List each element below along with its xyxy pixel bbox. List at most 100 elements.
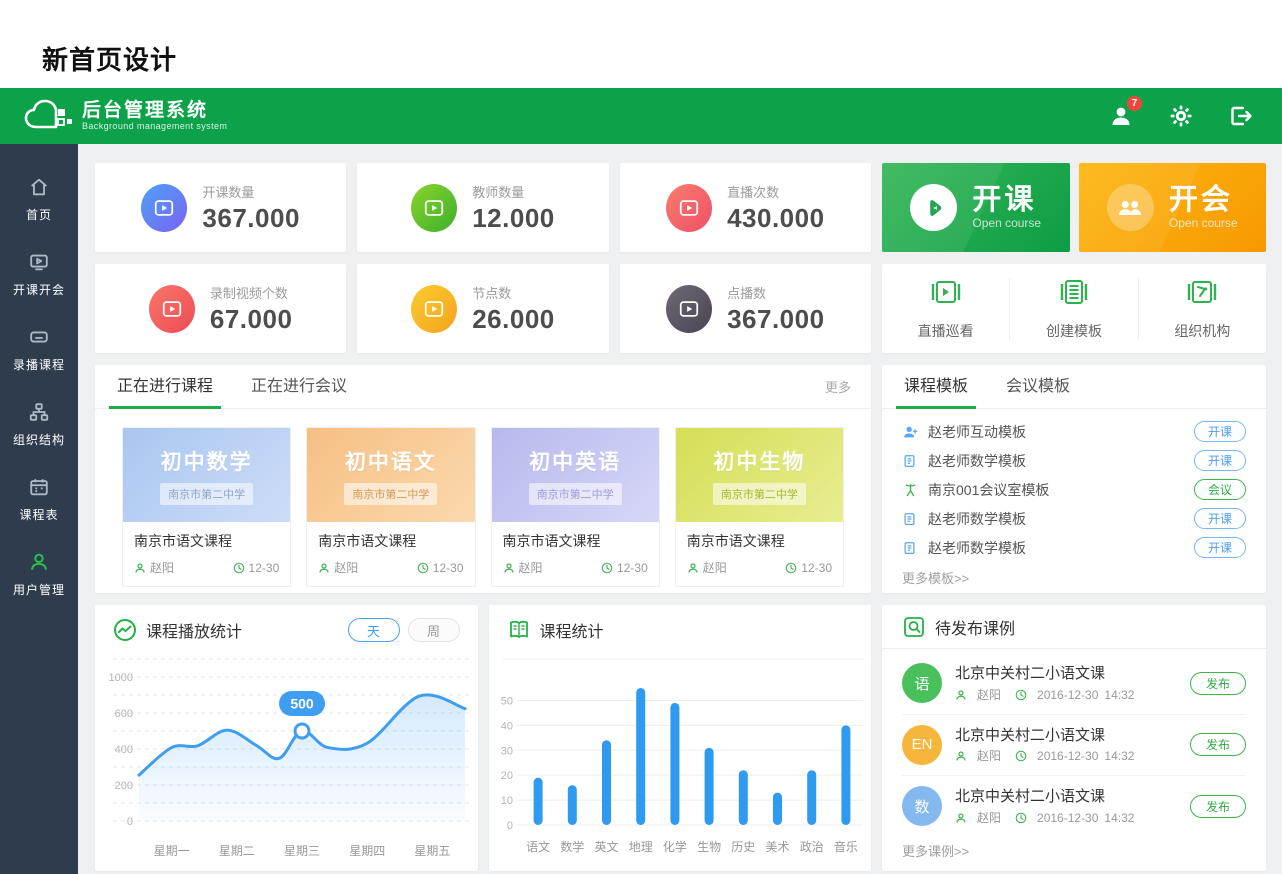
settings-button[interactable] [1168,103,1194,129]
course-school-badge: 南京市第二中学 [713,483,806,505]
lesson-date: 2016-12-30 [1037,809,1098,827]
quick-link-create-template[interactable]: 创建模板 [1009,278,1137,340]
sidebar-item-user[interactable]: 用户管理 [0,537,78,612]
template-action-button[interactable]: 会议 [1194,479,1246,500]
pending-more-link[interactable]: 更多课例>> [882,837,1266,864]
org-icon [27,400,51,424]
publish-button[interactable]: 发布 [1190,733,1246,756]
pending-lessons-panel: 待发布课例 语 北京中关村二小语文课 赵阳 2016-12-30 14:32 发… [882,605,1266,871]
template-row: 赵老师互动模板 开课 [902,417,1246,446]
course-card[interactable]: 初中生物 南京市第二中学 南京市语文课程 赵阳 12-30 [675,427,844,587]
lesson-teacher: 赵阳 [977,809,1001,827]
course-subject: 初中数学 [161,446,253,476]
cloud-logo-icon [22,96,74,136]
course-title: 南京市语文课程 [318,531,463,551]
course-card[interactable]: 初中数学 南京市第二中学 南京市语文课程 赵阳 12-30 [122,427,291,587]
svg-text:星期一: 星期一 [154,844,190,858]
quick-link-organization[interactable]: 组织机构 [1138,278,1266,340]
user-add-icon [902,424,919,440]
clock-icon [233,562,245,574]
people-icon [1116,194,1144,222]
app-title: 后台管理系统 [82,101,227,122]
course-card[interactable]: 初中语文 南京市第二中学 南京市语文课程 赵阳 12-30 [306,427,475,587]
template-row: 赵老师数学模板 开课 [902,504,1246,533]
publish-button[interactable]: 发布 [1190,672,1246,695]
template-name: 南京001会议室模板 [928,480,1049,500]
sidebar: 首页 开课开会 录播课程 组织结构 课程表 用户管理 [0,144,78,874]
clock-icon [785,562,797,574]
publish-button[interactable]: 发布 [1190,795,1246,818]
template-action-button[interactable]: 开课 [1194,508,1246,529]
stat-card: 直播次数 430.000 [620,163,871,252]
toggle-day-button[interactable]: 天 [348,618,400,642]
teacher-icon [955,750,967,762]
course-school-badge: 南京市第二中学 [344,483,437,505]
lesson-badge: 数 [902,786,942,826]
svg-text:0: 0 [127,816,133,828]
sidebar-item-home[interactable]: 首页 [0,162,78,237]
clock-icon [1015,812,1027,824]
recorder-icon [27,325,51,349]
home-icon [27,175,51,199]
course-teacher: 赵阳 [334,559,358,576]
search-doc-icon [902,615,926,639]
courses-more-link[interactable]: 更多 [825,377,851,408]
lesson-date: 2016-12-30 [1037,747,1098,765]
user-icon [27,550,51,574]
sidebar-item-video[interactable]: 开课开会 [0,237,78,312]
template-action-button[interactable]: 开课 [1194,421,1246,442]
logout-icon [1229,104,1253,128]
course-card[interactable]: 初中英语 南京市第二中学 南京市语文课程 赵阳 12-30 [491,427,660,587]
svg-text:10: 10 [500,795,512,807]
tab-course-templates[interactable]: 课程模板 [902,372,970,408]
ongoing-courses-panel: 正在进行课程 正在进行会议 更多 初中数学 南京市第二中学 南京市语文课程 赵阳 [95,365,871,593]
template-action-button[interactable]: 开课 [1194,450,1246,471]
bar-chart: 01020304050语文数学英文地理化学生物历史美术政治音乐 [489,655,871,869]
templates-more-link[interactable]: 更多模板>> [882,562,1266,593]
user-notifications-button[interactable]: 7 [1108,103,1134,129]
lesson-title: 北京中关村二小语文课 [955,725,1134,748]
svg-text:政治: 政治 [799,840,823,854]
tab-meeting-templates[interactable]: 会议模板 [1004,372,1072,408]
teacher-icon [503,562,515,574]
tab-ongoing-meetings[interactable]: 正在进行会议 [249,372,349,408]
stat-card: 录制视频个数 67.000 [95,264,346,353]
play-round-icon [921,195,947,221]
pending-lesson-row: EN 北京中关村二小语文课 赵阳 2016-12-30 14:32 发布 [902,714,1246,776]
doc-icon [902,511,919,527]
pending-lessons-title: 待发布课例 [935,615,1015,639]
logout-button[interactable] [1228,103,1254,129]
quick-links-card: 直播巡看 创建模板 组织机构 [882,264,1266,353]
sidebar-item-recorder[interactable]: 录播课程 [0,312,78,387]
template-action-button[interactable]: 开课 [1194,537,1246,558]
sidebar-item-calendar[interactable]: 课程表 [0,462,78,537]
organization-icon [1184,276,1220,313]
course-card-list: 初中数学 南京市第二中学 南京市语文课程 赵阳 12-30 初中语文 南京市第 [95,409,871,587]
open-meeting-button[interactable]: 开会 Open course [1079,163,1267,252]
quick-link-live-watch[interactable]: 直播巡看 [882,278,1009,340]
lesson-title: 北京中关村二小语文课 [955,786,1134,809]
templates-panel: 课程模板 会议模板 赵老师互动模板 开课 赵老师数学模板 开课 南京001会议室… [882,365,1266,593]
stat-label: 节点数 [472,283,555,302]
open-course-button[interactable]: 开课 Open course [882,163,1070,252]
app-subtitle: Background management system [82,122,227,132]
svg-text:星期四: 星期四 [349,844,385,858]
stat-card: 教师数量 12.000 [357,163,608,252]
svg-text:0: 0 [506,820,512,832]
line-chart: 10006004002000500星期一星期二星期三星期四星期五 [95,655,477,869]
stat-value: 67.000 [210,304,293,335]
notification-badge: 7 [1127,96,1142,111]
sidebar-item-org[interactable]: 组织结构 [0,387,78,462]
svg-text:40: 40 [500,720,512,732]
play-screen-icon [678,197,700,219]
tab-ongoing-courses[interactable]: 正在进行课程 [115,372,215,408]
toggle-week-button[interactable]: 周 [408,618,460,642]
lesson-title: 北京中关村二小语文课 [955,663,1134,686]
line-chart-icon [113,618,137,642]
stat-card: 节点数 26.000 [357,264,608,353]
line-chart-title: 课程播放统计 [146,618,242,642]
svg-text:200: 200 [115,780,133,792]
teacher-icon [955,689,967,701]
dashboard-page: 新首页设计 后台管理系统 Background management syste… [0,0,1282,874]
course-subject: 初中生物 [713,446,805,476]
